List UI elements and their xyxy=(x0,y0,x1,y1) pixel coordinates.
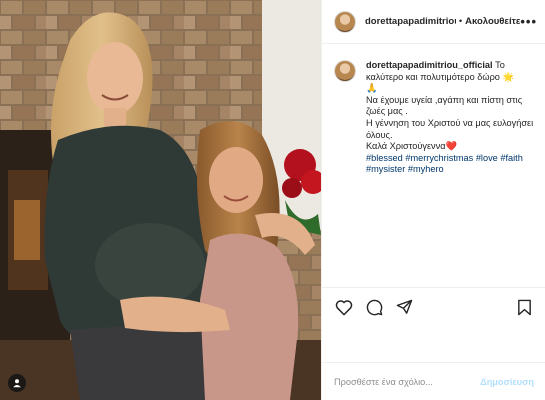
share-button[interactable] xyxy=(394,298,414,318)
more-options-icon[interactable]: ••• xyxy=(520,14,537,29)
hashtag-link[interactable]: #blessed xyxy=(366,153,403,163)
save-button[interactable] xyxy=(514,298,534,318)
star-emoji: 🌟 xyxy=(502,71,514,82)
hashtag-link[interactable]: #faith xyxy=(500,153,522,163)
bookmark-icon xyxy=(517,299,531,316)
hashtag-link[interactable]: #merrychristmas xyxy=(405,153,473,163)
paper-plane-icon xyxy=(396,299,412,314)
like-button[interactable] xyxy=(334,298,354,318)
photo-illustration xyxy=(0,0,321,400)
praying-hands-emoji: 🙏 xyxy=(366,83,378,94)
following-button[interactable]: Ακολουθείτε xyxy=(465,16,520,27)
caption-author-avatar[interactable] xyxy=(334,60,356,82)
author-avatar[interactable] xyxy=(334,10,356,33)
caption-username[interactable]: dorettapapadimitriou_official xyxy=(366,60,493,70)
hashtag-link[interactable]: #love xyxy=(476,153,498,163)
post-photo[interactable] xyxy=(0,0,321,400)
heart-outline-icon xyxy=(335,300,353,316)
red-heart-emoji: ❤️ xyxy=(445,141,457,152)
tagged-people-button[interactable] xyxy=(8,374,26,392)
caption-line-3: Η γέννηση του Χριστού να μας ευλογήσει ό… xyxy=(366,117,534,140)
comment-input[interactable] xyxy=(334,376,481,387)
caption-text: dorettapapadimitriou_official Το καλύτερ… xyxy=(366,60,535,286)
comment-bubble-icon xyxy=(366,299,382,316)
post-comment-button[interactable]: Δημοσίευση xyxy=(480,377,534,387)
comment-button[interactable] xyxy=(364,298,384,318)
hashtag-link[interactable]: #myhero xyxy=(408,164,444,174)
post-header: dorettapapadimitriou_official • Ακολουθε… xyxy=(322,0,545,44)
separator-dot: • xyxy=(458,16,463,27)
caption-line-4: Καλά Χριστούγεννα xyxy=(366,141,446,152)
comment-bar: Δημοσίευση xyxy=(322,362,545,400)
hashtag-link[interactable]: #mysister xyxy=(366,164,405,174)
author-username[interactable]: dorettapapadimitriou_official xyxy=(365,16,456,27)
action-bar xyxy=(322,287,545,327)
post-side-panel: dorettapapadimitriou_official • Ακολουθε… xyxy=(321,0,545,400)
user-icon xyxy=(13,379,21,388)
post-caption: dorettapapadimitriou_official Το καλύτερ… xyxy=(322,44,545,286)
caption-line-2: Να έχουμε υγεία ,αγάπη και πίστη στις ζω… xyxy=(366,94,523,117)
